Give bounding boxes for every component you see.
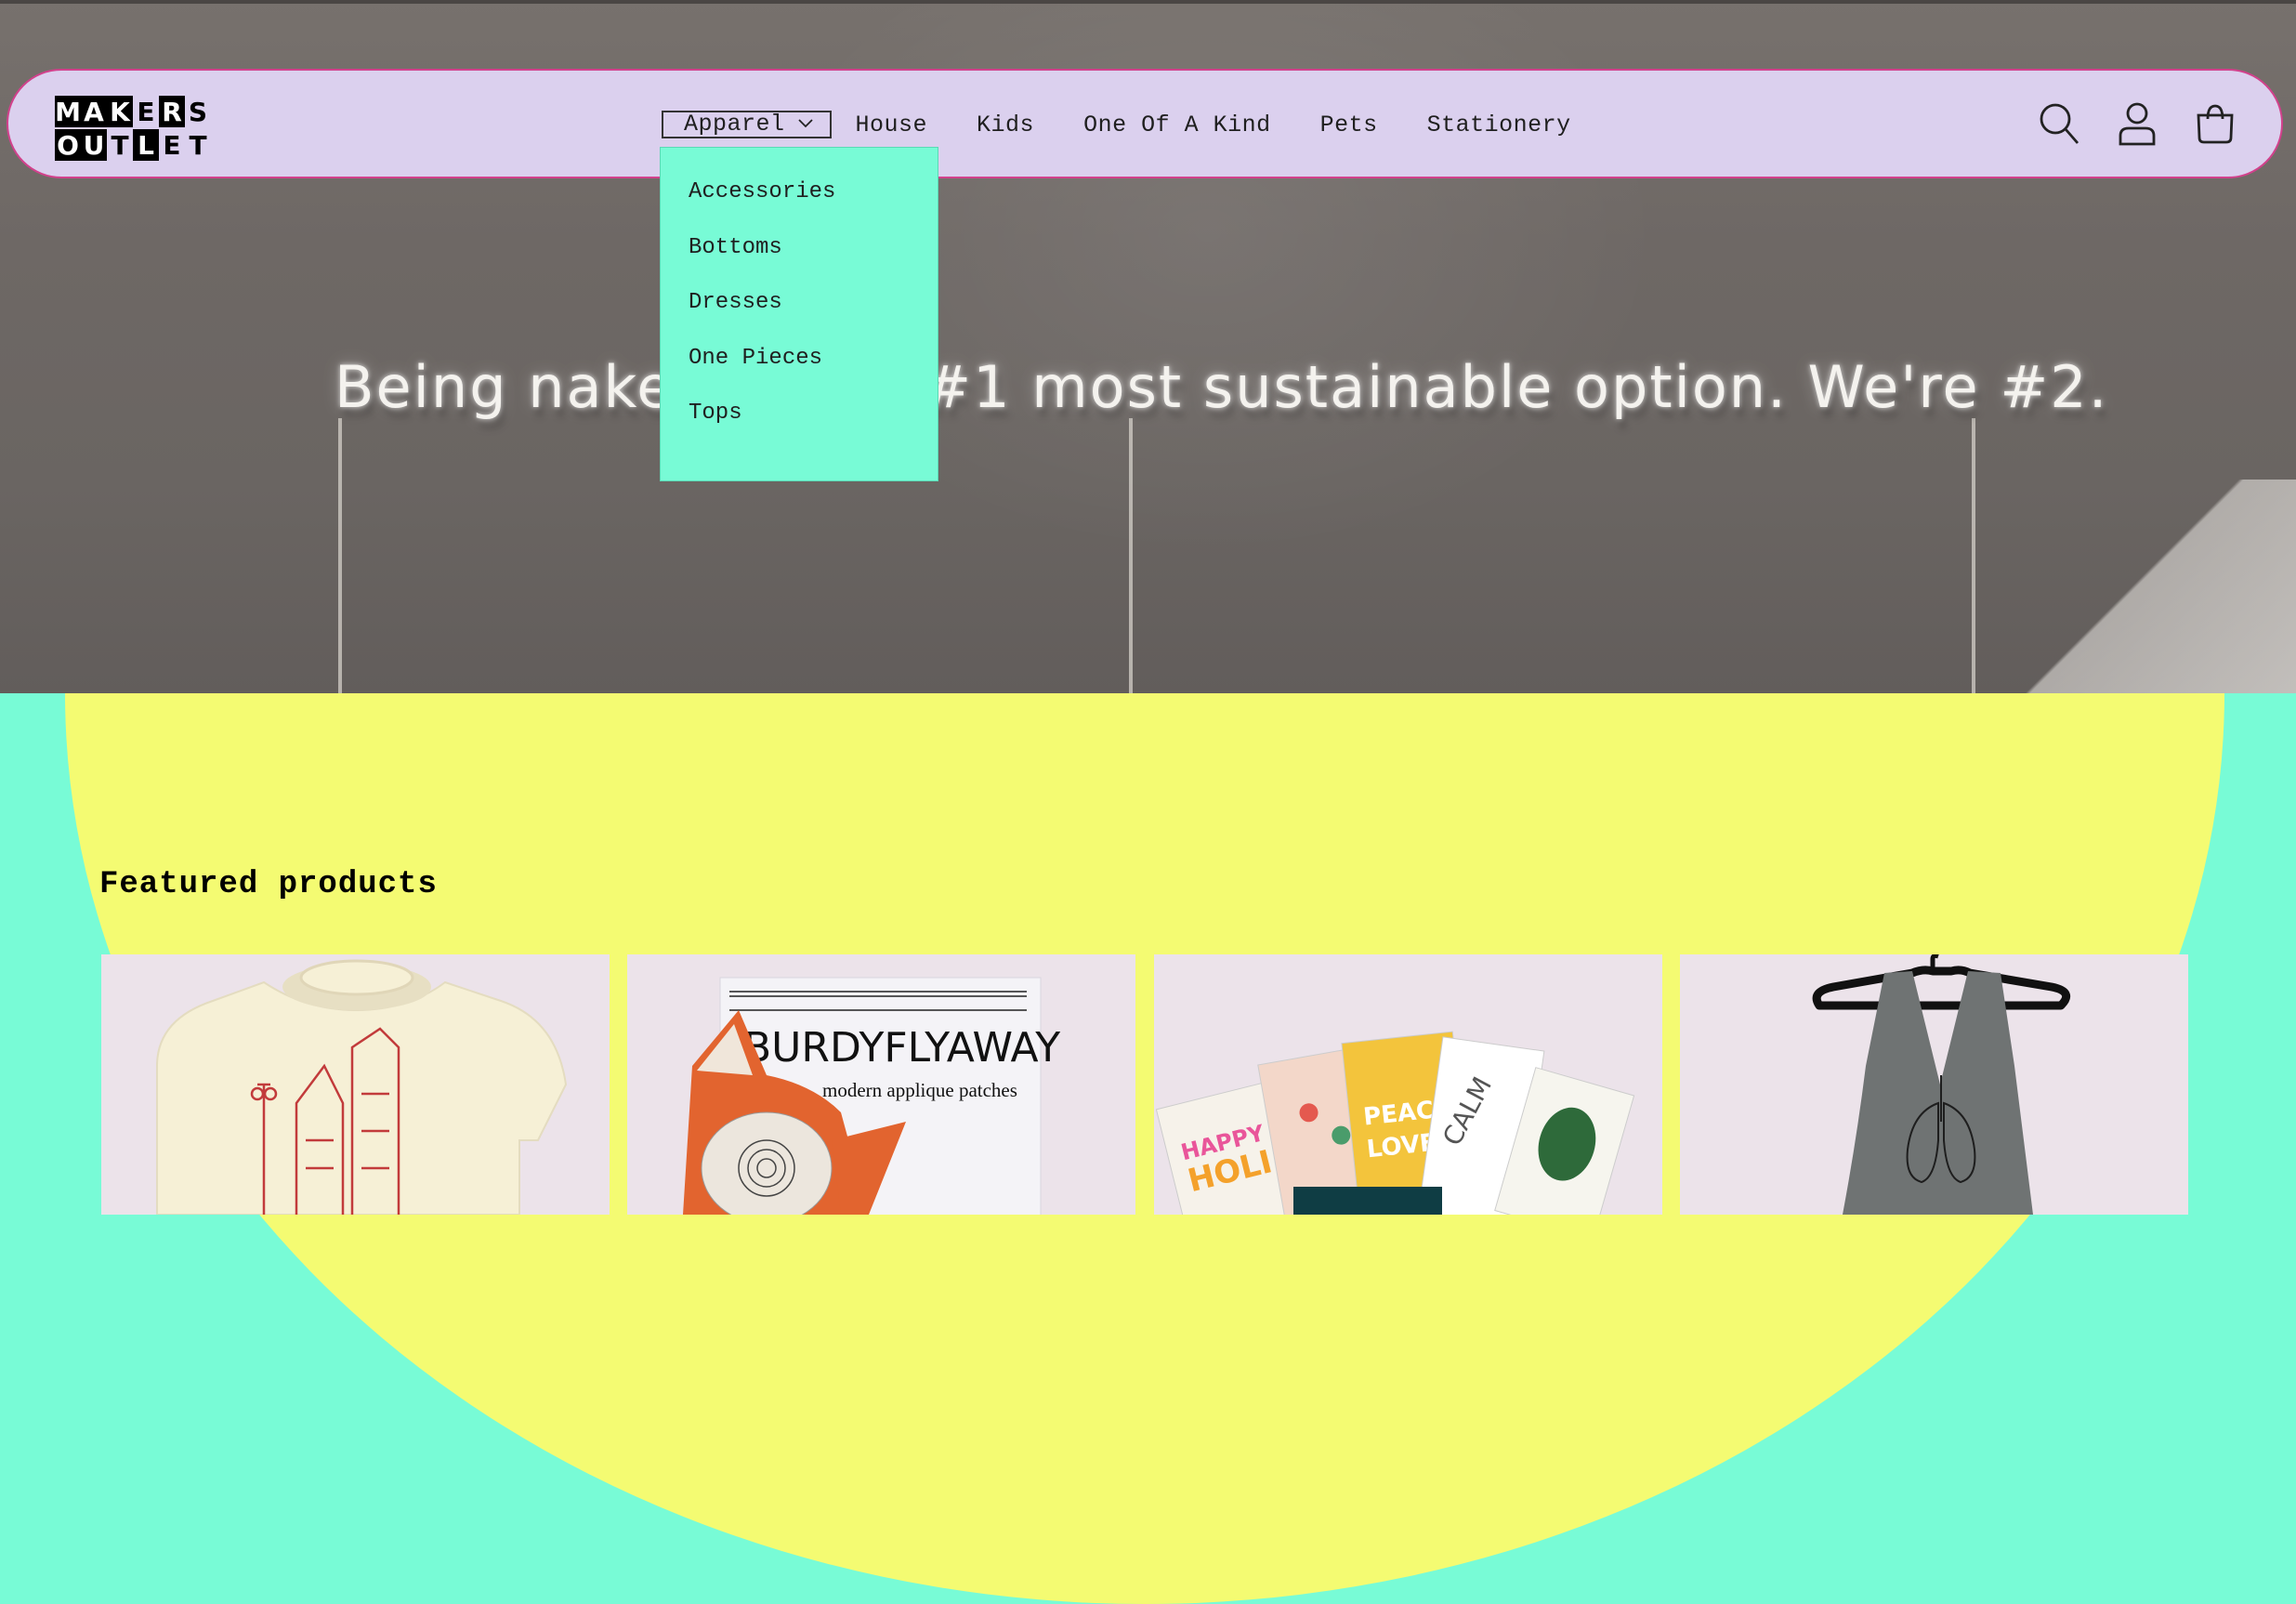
logo-letter: U (81, 129, 107, 161)
dropdown-item-dresses[interactable]: Dresses (661, 284, 938, 340)
logo-letter: A (81, 96, 107, 127)
holiday-cards-image: HAPPYHOLI PEACELOVE CALM (1155, 1031, 1635, 1215)
dropdown-item-tops[interactable]: Tops (661, 395, 938, 451)
cart-icon[interactable] (2194, 100, 2237, 147)
product-card[interactable] (101, 954, 610, 1215)
modern-applique-text: modern applique patches (822, 1079, 1017, 1101)
product-card[interactable] (1680, 954, 2188, 1215)
chevron-down-icon (797, 111, 813, 138)
account-icon[interactable] (2116, 100, 2158, 147)
burdyflyaway-text: BURDYFLYAWAY (743, 1024, 1060, 1072)
cream-tshirt-image (156, 959, 568, 1215)
header-icons (2038, 100, 2237, 147)
dropdown-item-bottoms[interactable]: Bottoms (661, 230, 938, 285)
apparel-dropdown-menu: Accessories Bottoms Dresses One Pieces T… (660, 147, 938, 481)
logo-letter: T (189, 129, 207, 161)
site-logo[interactable]: M A K E R S O U T L E T (55, 96, 211, 163)
logo-letter: M (55, 96, 81, 127)
logo-letter: E (163, 129, 181, 161)
logo-letter: L (133, 129, 159, 161)
search-icon[interactable] (2038, 100, 2080, 147)
burdyflyaway-patches-image: BURDYFLYAWAY modern applique patches (683, 977, 1060, 1215)
hero-neon-sign: Being naked is the #1 most sustainable o… (335, 353, 2109, 421)
grey-dress-image (1812, 954, 2071, 1215)
neon-wire (1972, 418, 1975, 693)
nav-item-apparel[interactable]: Apparel (662, 111, 832, 138)
site-header: M A K E R S O U T L E T Apparel House Ki… (7, 69, 2283, 178)
logo-letter: S (188, 96, 208, 127)
nav-item-kids[interactable]: Kids (977, 112, 1034, 138)
nav-item-one-of-a-kind[interactable]: One Of A Kind (1083, 112, 1271, 138)
neon-wire (338, 418, 342, 693)
dropdown-item-accessories[interactable]: Accessories (661, 174, 938, 230)
product-card[interactable]: BURDYFLYAWAY modern applique patches (627, 954, 1135, 1215)
logo-letter: K (107, 96, 133, 127)
hero-light-patch (2017, 480, 2296, 693)
logo-letter: R (159, 96, 185, 127)
hero-top-edge (0, 0, 2296, 4)
logo-letter: O (55, 129, 81, 161)
nav-item-house[interactable]: House (856, 112, 928, 138)
main-nav: Apparel House Kids One Of A Kind Pets St… (662, 111, 1620, 138)
neon-wire (1129, 418, 1133, 693)
nav-item-label: Apparel (684, 111, 785, 138)
dropdown-item-one-pieces[interactable]: One Pieces (661, 340, 938, 396)
featured-products-title: Featured products (99, 867, 438, 902)
logo-letter: T (111, 129, 129, 161)
nav-item-pets[interactable]: Pets (1320, 112, 1378, 138)
product-card[interactable]: HAPPY HOLI PEACE LOVE CALM (1154, 954, 1662, 1215)
nav-item-stationery[interactable]: Stationery (1427, 112, 1571, 138)
logo-letter: E (137, 96, 155, 127)
